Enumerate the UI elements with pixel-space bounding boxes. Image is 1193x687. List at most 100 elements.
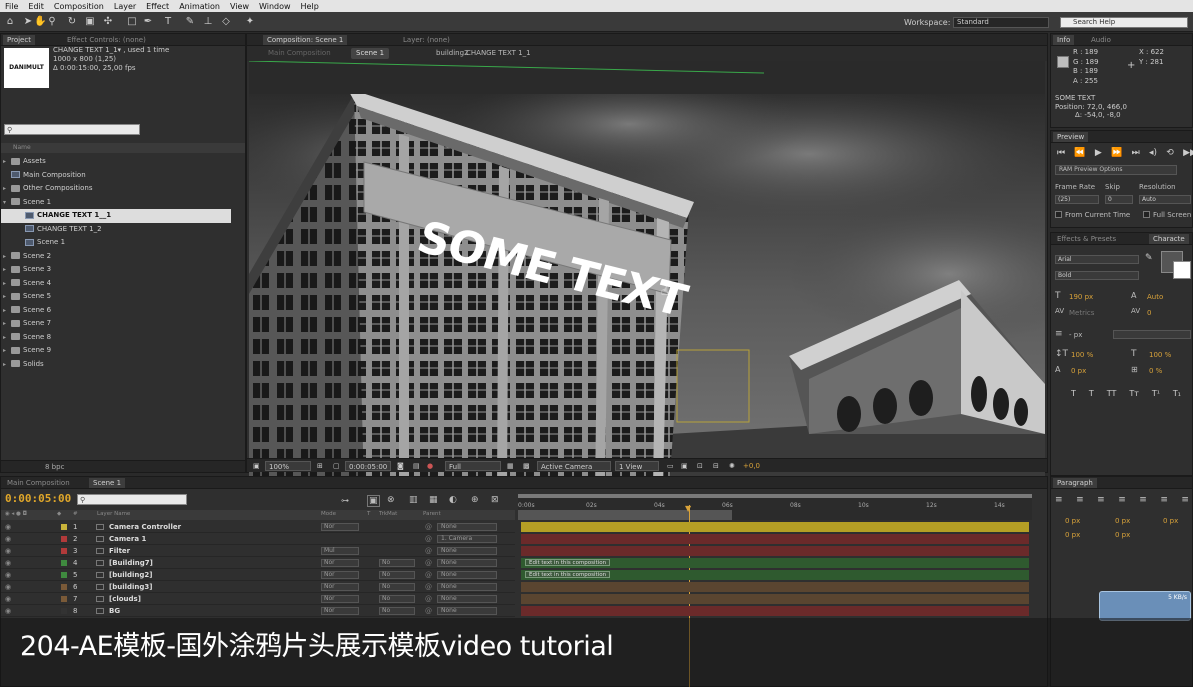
layer-trkmat-select[interactable]: No bbox=[379, 607, 415, 615]
align-center-icon[interactable]: ≡ bbox=[1076, 495, 1084, 505]
expand-triangle-icon[interactable]: ▸ bbox=[3, 304, 11, 318]
justify-center-icon[interactable]: ≡ bbox=[1139, 495, 1147, 505]
toggle-pixel-icon[interactable]: ▭ bbox=[667, 459, 674, 473]
layer-label-color[interactable] bbox=[61, 608, 67, 614]
layer-mode-select[interactable]: Nor bbox=[321, 559, 359, 567]
align-left-icon[interactable]: ≡ bbox=[1055, 495, 1063, 505]
channel-icon[interactable]: ● bbox=[427, 459, 433, 473]
column-trkmat[interactable]: TrkMat bbox=[379, 511, 397, 517]
layer-mode-select[interactable]: Nor bbox=[321, 571, 359, 579]
layer-duration-bar[interactable] bbox=[521, 606, 1029, 616]
layer-duration-bar[interactable] bbox=[521, 534, 1029, 544]
rotate-tool-icon[interactable]: ↻ bbox=[66, 16, 78, 28]
transparency-grid-icon[interactable]: ▩ bbox=[523, 459, 530, 473]
column-num[interactable]: # bbox=[73, 511, 78, 517]
tab-effect-controls[interactable]: Effect Controls: (none) bbox=[63, 35, 150, 45]
layer-mode-select[interactable]: Nor bbox=[321, 583, 359, 591]
pick-whip-icon[interactable]: @ bbox=[425, 521, 432, 533]
timeline-icon[interactable]: ⊡ bbox=[697, 459, 703, 473]
brush-tool-icon[interactable]: ✎ bbox=[184, 16, 196, 28]
menu-item-edit[interactable]: Edit bbox=[23, 2, 49, 11]
expand-triangle-icon[interactable]: ▸ bbox=[3, 277, 11, 291]
tab-audio[interactable]: Audio bbox=[1087, 35, 1115, 45]
menu-item-file[interactable]: File bbox=[0, 2, 23, 11]
layer-row[interactable]: ◉ 1 Camera Controller Nor @ None bbox=[1, 521, 515, 533]
type-tool-icon[interactable]: T bbox=[162, 16, 174, 28]
layer-label-color[interactable] bbox=[61, 596, 67, 602]
visibility-eye-icon[interactable]: ◉ bbox=[5, 605, 11, 617]
project-item[interactable]: ▸ Scene 2 bbox=[1, 250, 231, 264]
layer-label-color[interactable] bbox=[61, 572, 67, 578]
project-item[interactable]: Scene 1 bbox=[1, 236, 231, 250]
tab-effects-presets[interactable]: Effects & Presets bbox=[1053, 234, 1120, 244]
layer-name[interactable]: [Building7] bbox=[109, 557, 153, 569]
stroke-width-value[interactable]: - px bbox=[1069, 331, 1082, 339]
column-mode[interactable]: Mode bbox=[321, 511, 336, 517]
project-item[interactable]: Main Composition bbox=[1, 169, 231, 183]
menu-item-view[interactable]: View bbox=[225, 2, 254, 11]
column-t[interactable]: T bbox=[367, 511, 370, 517]
project-item[interactable]: ▸ Assets bbox=[1, 155, 231, 169]
crumb-main-composition[interactable]: Main Composition bbox=[263, 48, 336, 59]
loop-icon[interactable]: ⟲ bbox=[1166, 148, 1174, 158]
expand-triangle-icon[interactable]: ▸ bbox=[3, 358, 11, 372]
expand-triangle-icon[interactable]: ▸ bbox=[3, 317, 11, 331]
visibility-eye-icon[interactable]: ◉ bbox=[5, 545, 11, 557]
timeline-current-time[interactable]: 0:00:05:00 bbox=[5, 492, 71, 505]
leading-value[interactable]: Auto bbox=[1147, 293, 1163, 301]
layer-mode-select[interactable]: Nor bbox=[321, 523, 359, 531]
expand-triangle-icon[interactable]: ▸ bbox=[3, 182, 11, 196]
puppet-tool-icon[interactable]: ✦ bbox=[244, 16, 256, 28]
tab-project[interactable]: Project bbox=[3, 35, 35, 45]
layer-duration-bar[interactable] bbox=[521, 594, 1029, 604]
crumb-scene-1[interactable]: Scene 1 bbox=[351, 48, 390, 59]
layer-name[interactable]: [building3] bbox=[109, 581, 152, 593]
text-style-button[interactable]: Tт bbox=[1129, 389, 1139, 398]
layer-row[interactable]: ◉ 6 [building3] Nor No @ None bbox=[1, 581, 515, 593]
visibility-eye-icon[interactable]: ◉ bbox=[5, 581, 11, 593]
roi-icon[interactable]: ▦ bbox=[507, 459, 514, 473]
layer-label-color[interactable] bbox=[61, 536, 67, 542]
project-column-name[interactable]: Name bbox=[1, 143, 245, 153]
project-item[interactable]: ▸ Scene 5 bbox=[1, 290, 231, 304]
from-current-checkbox[interactable] bbox=[1055, 211, 1062, 218]
always-preview-icon[interactable]: ▣ bbox=[253, 459, 260, 473]
font-style-select[interactable]: Bold bbox=[1055, 271, 1139, 280]
skip-select[interactable]: 0 bbox=[1105, 195, 1133, 204]
home-icon[interactable]: ⌂ bbox=[4, 16, 16, 28]
selection-tool-icon[interactable]: ➤ bbox=[22, 16, 34, 28]
pan-behind-icon[interactable]: ✣ bbox=[102, 16, 114, 28]
layer-name[interactable]: Filter bbox=[109, 545, 130, 557]
comp-mini-flowchart-icon[interactable]: ⊶ bbox=[341, 496, 349, 505]
space-after-value[interactable]: 0 px bbox=[1115, 531, 1130, 539]
indent-left-value[interactable]: 0 px bbox=[1065, 517, 1080, 525]
layer-mode-select[interactable]: Nor bbox=[321, 607, 359, 615]
layer-trkmat-select[interactable]: No bbox=[379, 583, 415, 591]
project-item[interactable]: ▸ Scene 3 bbox=[1, 263, 231, 277]
space-before-value[interactable]: 0 px bbox=[1065, 531, 1080, 539]
layer-parent-select[interactable]: None bbox=[437, 523, 497, 531]
tab-scene-1[interactable]: Scene 1 bbox=[89, 478, 126, 488]
project-item[interactable]: CHANGE TEXT 1_2 bbox=[1, 223, 231, 237]
text-style-button[interactable]: T bbox=[1071, 389, 1076, 398]
layer-mode-select[interactable]: Nor bbox=[321, 595, 359, 603]
zoom-tool-icon[interactable]: ⚲ bbox=[46, 16, 58, 28]
tab-character[interactable]: Characte bbox=[1149, 234, 1189, 244]
menu-item-layer[interactable]: Layer bbox=[109, 2, 141, 11]
layer-duration-bar[interactable] bbox=[521, 546, 1029, 556]
column-parent[interactable]: Parent bbox=[423, 511, 441, 517]
hand-tool-icon[interactable]: ✋ bbox=[34, 16, 46, 28]
stroke-type-select[interactable] bbox=[1113, 330, 1191, 339]
exposure-value[interactable]: +0,0 bbox=[743, 459, 760, 473]
expand-triangle-icon[interactable]: ▾ bbox=[3, 196, 11, 210]
layer-label-color[interactable] bbox=[61, 584, 67, 590]
pick-whip-icon[interactable]: @ bbox=[425, 533, 432, 545]
justify-left-icon[interactable]: ≡ bbox=[1118, 495, 1126, 505]
project-item[interactable]: ▸ Scene 4 bbox=[1, 277, 231, 291]
layer-row[interactable]: ◉ 7 [clouds] Nor No @ None bbox=[1, 593, 515, 605]
brainstorm-icon[interactable]: ⊕ bbox=[471, 495, 479, 505]
layer-parent-select[interactable]: None bbox=[437, 583, 497, 591]
column-layer-name[interactable]: Layer Name bbox=[97, 511, 130, 517]
zoom-select[interactable]: 100% bbox=[265, 461, 311, 471]
visibility-eye-icon[interactable]: ◉ bbox=[5, 593, 11, 605]
